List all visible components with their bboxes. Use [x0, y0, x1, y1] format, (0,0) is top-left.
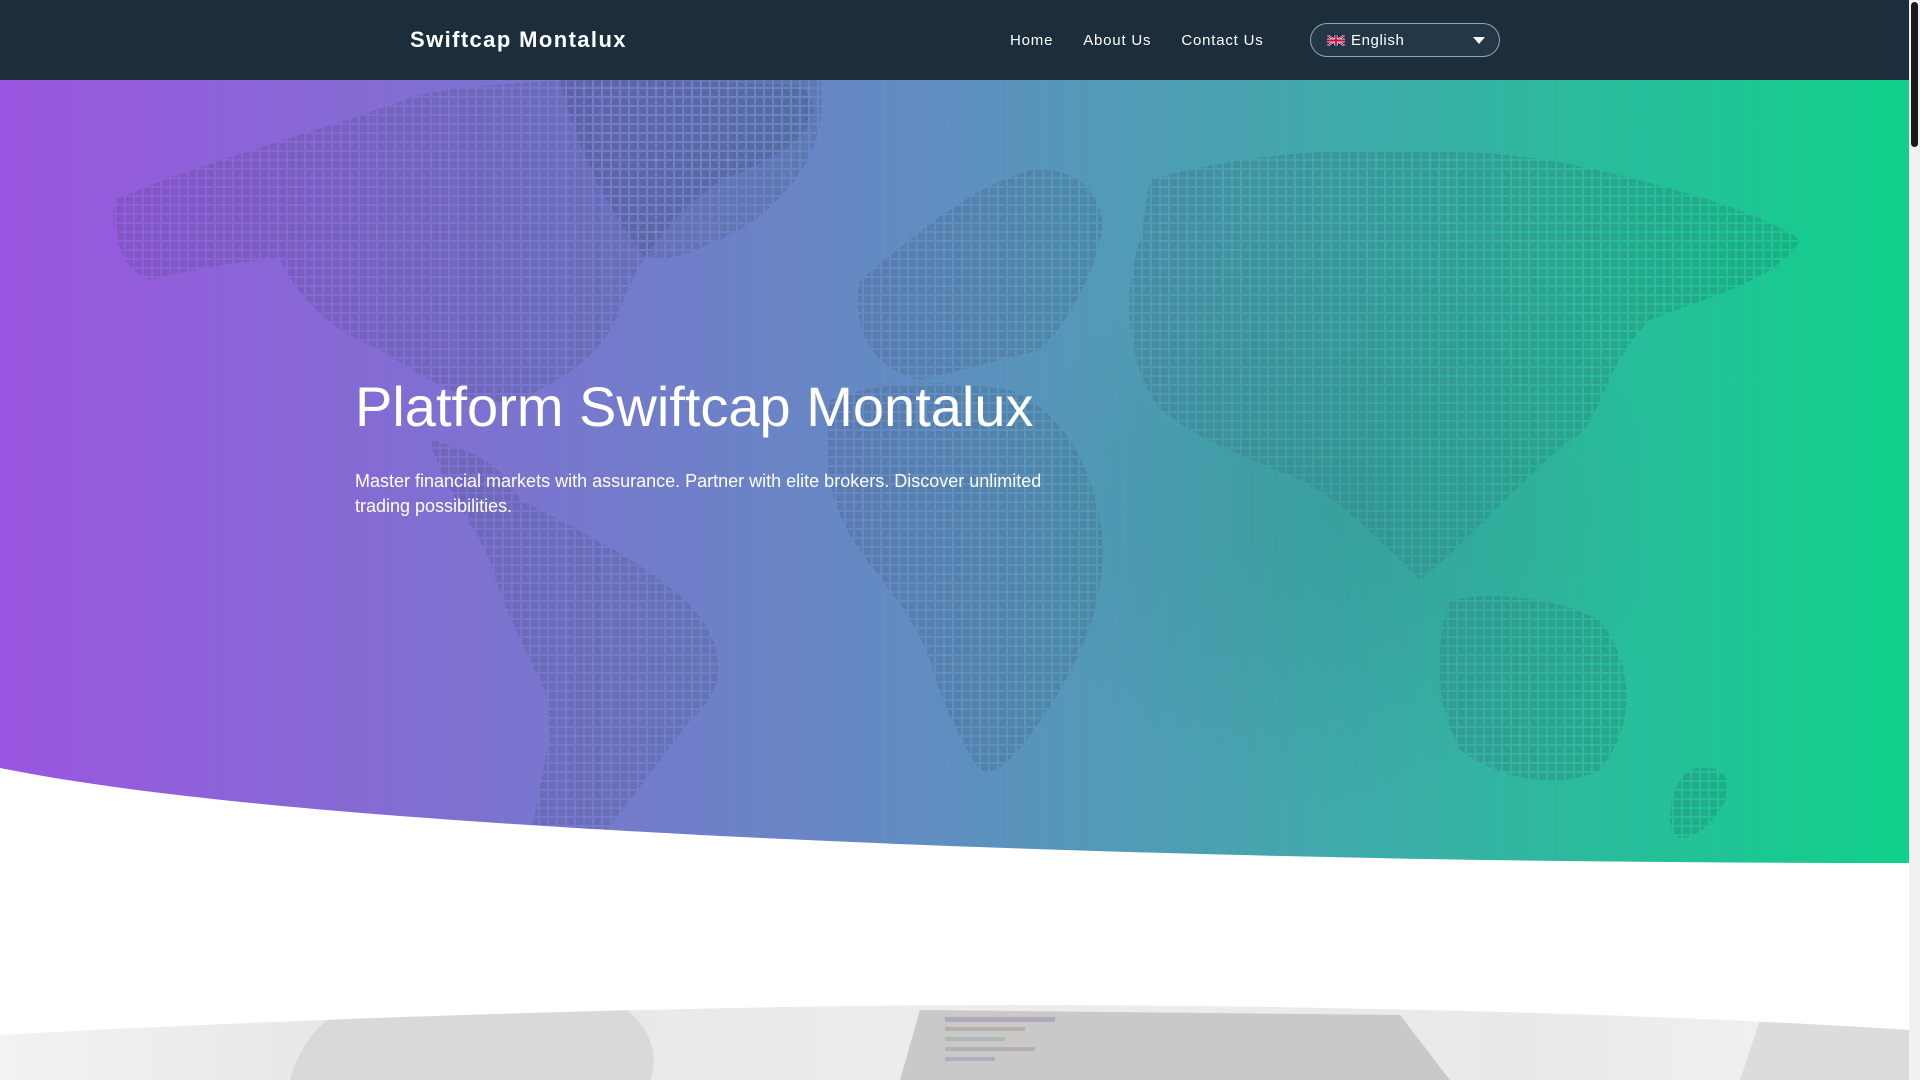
nav-home-link[interactable]: Home [1010, 32, 1053, 49]
hero-title: Platform Swiftcap Montalux [355, 375, 1034, 438]
nav-contact-link[interactable]: Contact Us [1181, 32, 1263, 49]
language-label: English [1351, 31, 1405, 49]
scrollbar-thumb[interactable] [1911, 2, 1918, 147]
site-header: Swiftcap Montalux Home About Us Contact … [0, 0, 1909, 80]
chevron-down-icon [1473, 36, 1485, 44]
page-scrollbar[interactable] [1909, 0, 1920, 1080]
language-select[interactable]: English [1310, 23, 1500, 57]
trading-photo-section [0, 1005, 1909, 1080]
hero-section: Platform Swiftcap Montalux Master financ… [0, 80, 1909, 865]
main-nav: Home About Us Contact Us [1010, 0, 1294, 80]
hero-subtitle: Master financial markets with assurance.… [355, 471, 1042, 517]
nav-about-link[interactable]: About Us [1083, 32, 1151, 49]
hero-content: Platform Swiftcap Montalux Master financ… [355, 375, 1115, 519]
brand-logo[interactable]: Swiftcap Montalux [410, 0, 627, 80]
trading-photo-image [0, 1005, 1909, 1080]
uk-flag-icon [1327, 34, 1345, 46]
